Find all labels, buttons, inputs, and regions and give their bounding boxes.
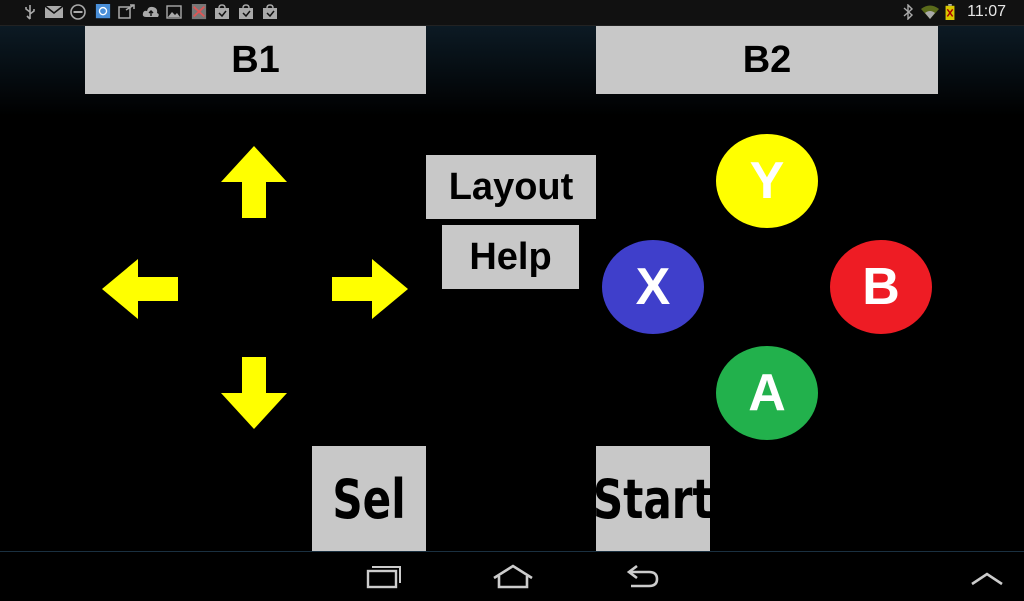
bag-icon: [239, 4, 253, 19]
bag-icon: [215, 4, 229, 19]
wifi-icon: [921, 5, 939, 19]
layout-button[interactable]: Layout: [426, 155, 596, 219]
gmail-icon: [44, 5, 64, 18]
y-button[interactable]: Y: [716, 134, 818, 228]
bluetooth-icon: [903, 4, 914, 20]
usb-icon: [25, 5, 35, 20]
recent-apps-icon[interactable]: [357, 562, 407, 592]
block-icon: [70, 4, 86, 20]
app-icon: [191, 4, 207, 20]
home-icon[interactable]: [488, 562, 538, 592]
dpad-left-arrow-icon[interactable]: [102, 259, 178, 319]
b1-button[interactable]: B1: [85, 26, 426, 94]
a-button[interactable]: A: [716, 346, 818, 440]
status-bar: 11:07: [0, 0, 1024, 26]
b2-button[interactable]: B2: [596, 26, 938, 94]
clock: 11:07: [967, 3, 1006, 20]
battery-icon: [945, 4, 955, 20]
back-icon[interactable]: [617, 562, 667, 592]
dpad-right-arrow-icon[interactable]: [332, 259, 408, 319]
select-label: Sel: [332, 467, 406, 531]
sync-icon: [118, 4, 135, 19]
dpad-down-arrow-icon[interactable]: [221, 357, 287, 429]
gamepad-area: B1 B2 Layout Help Sel Start Y X B A: [0, 26, 1024, 552]
start-button[interactable]: Start: [593, 446, 713, 552]
dpad-up-arrow-icon[interactable]: [221, 146, 287, 218]
select-button[interactable]: Sel: [312, 446, 426, 552]
app-icon: [95, 4, 111, 19]
b-button[interactable]: B: [830, 240, 932, 334]
help-button[interactable]: Help: [442, 225, 579, 289]
image-icon: [166, 5, 182, 19]
navigation-bar: [0, 551, 1024, 601]
bag-icon: [263, 4, 277, 19]
start-label: Start: [593, 467, 713, 531]
cloud-upload-icon: [142, 6, 159, 17]
chevron-up-icon[interactable]: [962, 562, 1012, 592]
x-button[interactable]: X: [602, 240, 704, 334]
